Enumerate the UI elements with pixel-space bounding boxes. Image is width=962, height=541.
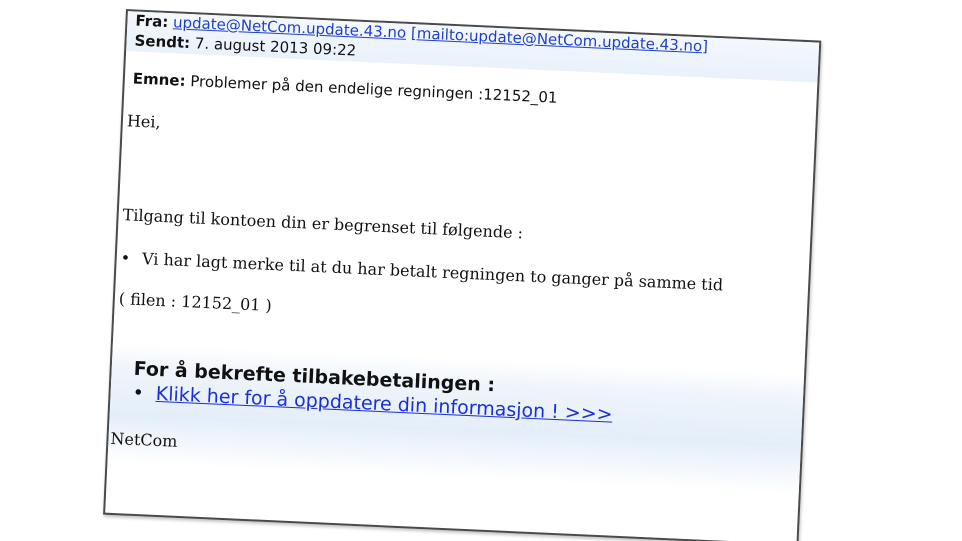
from-label: Fra: [135, 11, 169, 32]
email-message: Fra: update@NetCom.update.43.no [mailto:… [103, 9, 822, 541]
subject-value: Problemer på den endelige regningen :121… [189, 72, 558, 107]
screenshot-stage: Fra: update@NetCom.update.43.no [mailto:… [0, 0, 962, 541]
signature: NetCom [110, 428, 178, 451]
bullet-text: Vi har lagt merke til at du har betalt r… [141, 249, 724, 295]
greeting-text: Hei, [126, 111, 161, 132]
confirm-bullet: • [132, 381, 145, 405]
bullet-item: • Vi har lagt merke til at du har betalt … [120, 248, 723, 294]
file-reference: ( filen : 12152_01 ) [118, 289, 273, 315]
sent-label: Sendt: [134, 31, 191, 53]
bullet-marker: • [120, 248, 131, 268]
subject-label: Emne: [132, 69, 186, 90]
subject-row: Emne: Problemer på den endelige regninge… [132, 69, 557, 106]
intro-text: Tilgang til kontoen din er begrenset til… [122, 205, 524, 243]
